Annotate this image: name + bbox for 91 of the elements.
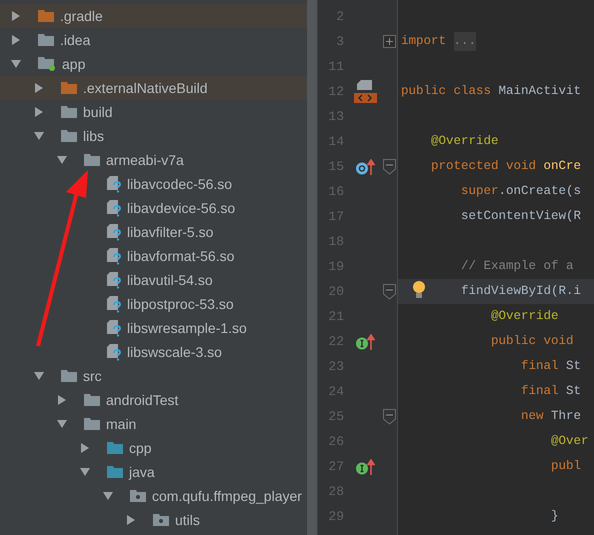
expand-arrow-icon[interactable] (10, 34, 22, 46)
code-token: publ (551, 458, 582, 476)
tree-item-label: src (83, 366, 102, 386)
collapse-arrow-icon[interactable] (33, 370, 45, 382)
tree-item-label: libs (83, 126, 104, 146)
tree-item[interactable]: app (0, 52, 307, 76)
scrollbar[interactable] (307, 0, 317, 535)
tree-item[interactable]: src (0, 364, 307, 388)
tree-item[interactable]: libavutil-54.so (0, 268, 307, 292)
excluded-tree-item[interactable]: .externalNativeBuild (0, 76, 307, 100)
tree-item-label: utils (175, 510, 200, 530)
expand-arrow-icon[interactable] (79, 442, 91, 454)
tree-item-label: .gradle (60, 6, 103, 26)
tree-item-label: java (129, 462, 155, 482)
code-token: onCre (544, 158, 582, 176)
tree-item-label: libavutil-54.so (127, 270, 213, 290)
tree-item[interactable]: libswscale-3.so (0, 340, 307, 364)
tree-item[interactable]: .idea (0, 28, 307, 52)
expand-arrow-icon[interactable] (33, 106, 45, 118)
tree-item-label: armeabi-v7a (106, 150, 184, 170)
code-token: final (521, 358, 560, 376)
code-token: @Over (551, 433, 589, 450)
tree-item[interactable]: libavdevice-56.so (0, 196, 307, 220)
tree-item-label: .idea (60, 30, 90, 50)
tree-item[interactable]: main (0, 412, 307, 436)
tree-item-label: libavfilter-5.so (127, 222, 214, 242)
layout-file-icon[interactable] (353, 80, 377, 104)
tree-item[interactable]: libpostproc-53.so (0, 292, 307, 316)
code-token: @Override (491, 308, 559, 326)
code-token: findViewById(R.i (461, 283, 582, 300)
tree-item-label: build (83, 102, 113, 122)
tree-item[interactable]: libavformat-56.so (0, 244, 307, 268)
code-token: final (521, 383, 560, 400)
implements-method-icon[interactable] (355, 334, 375, 350)
code-token: public void (491, 333, 574, 350)
tree-item-label: libswscale-3.so (127, 342, 222, 362)
collapse-fold-icon[interactable] (383, 158, 396, 174)
expand-arrow-icon[interactable] (56, 394, 68, 406)
tree-item-label: app (62, 54, 86, 74)
code-token: import (401, 33, 446, 50)
expand-arrow-icon[interactable] (33, 82, 45, 94)
code-token: @Override (431, 133, 499, 150)
tree-item-label: androidTest (106, 390, 178, 410)
lightbulb-icon[interactable] (412, 280, 426, 300)
tree-item[interactable]: androidTest (0, 388, 307, 412)
tree-item[interactable]: libswresample-1.so (0, 316, 307, 340)
tree-item-label: libavcodec-56.so (127, 174, 232, 194)
tree-item[interactable]: armeabi-v7a (0, 148, 307, 172)
collapse-arrow-icon[interactable] (56, 154, 68, 166)
tree-item-label: com.qufu.ffmpeg_player (152, 486, 302, 506)
collapse-fold-icon[interactable] (383, 408, 396, 424)
collapse-arrow-icon[interactable] (56, 418, 68, 430)
collapse-fold-icon[interactable] (383, 284, 396, 300)
code-token: MainActivit (498, 83, 582, 100)
overrides-method-icon[interactable] (355, 158, 375, 174)
tree-item-label: libavformat-56.so (127, 246, 234, 266)
tree-item-label: cpp (129, 438, 152, 458)
expand-fold-icon[interactable] (383, 35, 396, 48)
collapse-arrow-icon[interactable] (33, 130, 45, 142)
tree-item-label: main (106, 414, 136, 434)
folded-code[interactable]: ... (454, 32, 476, 51)
expand-arrow-icon[interactable] (125, 514, 137, 526)
code-token: // Example of a (461, 258, 574, 276)
code-token: } (551, 508, 559, 526)
tree-item-label: libpostproc-53.so (127, 294, 234, 314)
tree-item[interactable]: java (0, 460, 307, 484)
collapse-arrow-icon[interactable] (102, 490, 114, 502)
code-token: setContentView(R (461, 208, 582, 226)
collapse-arrow-icon[interactable] (10, 58, 22, 70)
expand-arrow-icon[interactable] (10, 10, 22, 22)
tree-item[interactable]: libs (0, 124, 307, 148)
code-token: .onCreate(s (498, 183, 582, 200)
excluded-tree-item[interactable]: .gradle (0, 4, 307, 28)
code-token: St (566, 383, 582, 400)
tree-item[interactable]: utils (0, 508, 307, 532)
collapse-arrow-icon[interactable] (79, 466, 91, 478)
tree-item[interactable]: libavcodec-56.so (0, 172, 307, 196)
code-token: Thre (551, 408, 582, 426)
code-token: protected void (431, 158, 538, 176)
code-token: public class (401, 83, 492, 100)
code-token: St (566, 358, 582, 376)
tree-item[interactable]: com.qufu.ffmpeg_player (0, 484, 307, 508)
implements-method-icon[interactable] (355, 458, 375, 474)
tree-item-label: .externalNativeBuild (83, 78, 208, 98)
code-token: super (461, 183, 499, 200)
tree-item[interactable]: cpp (0, 436, 307, 460)
tree-item-label: libswresample-1.so (127, 318, 247, 338)
tree-item[interactable]: build (0, 100, 307, 124)
code-token: new (521, 408, 545, 426)
tree-item[interactable]: libavfilter-5.so (0, 220, 307, 244)
tree-item-label: libavdevice-56.so (127, 198, 236, 218)
